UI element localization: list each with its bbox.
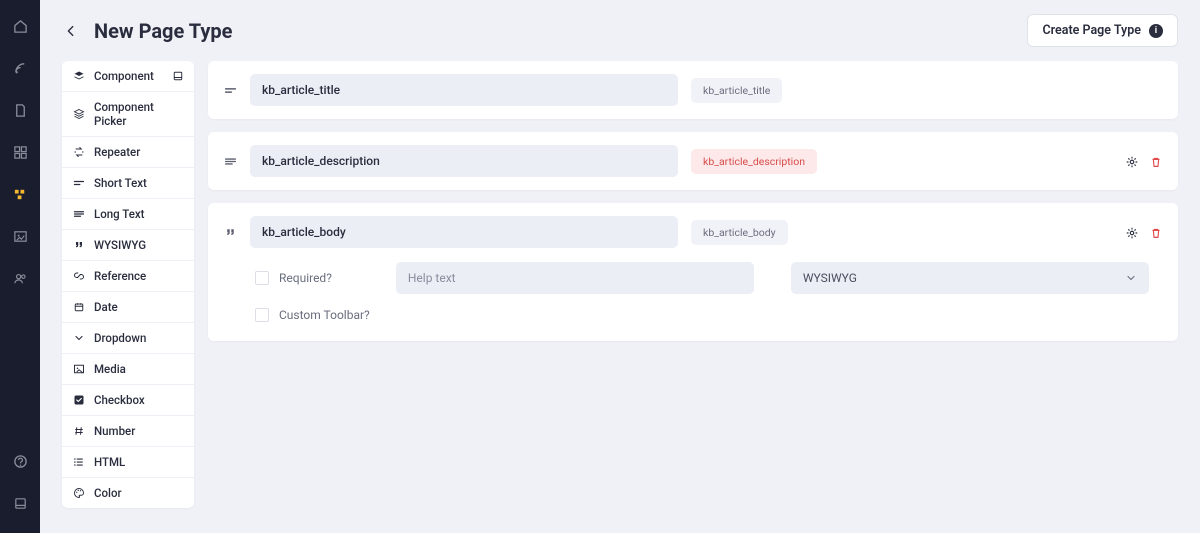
field-slug-tag: kb_article_body: [691, 220, 788, 245]
image-icon: [72, 362, 86, 376]
custom-toolbar-label: Custom Toolbar?: [279, 308, 370, 322]
quote-icon: [72, 238, 86, 252]
create-page-type-button[interactable]: Create Page Type i: [1027, 14, 1178, 47]
stack-icon: [72, 107, 86, 121]
fields-list: kb_article_title kb_article_descriptionkb…: [208, 61, 1178, 508]
list-icon: [72, 455, 86, 469]
palette-item-color[interactable]: Color: [62, 478, 194, 508]
palette-icon: [72, 486, 86, 500]
nav-help-icon[interactable]: [8, 449, 32, 473]
palette-item-dropdown[interactable]: Dropdown: [62, 323, 194, 354]
short-icon: [72, 176, 86, 190]
field-name-input[interactable]: [250, 74, 678, 106]
nav-rss-icon[interactable]: [8, 56, 32, 80]
palette-item-component-picker[interactable]: Component Picker: [62, 92, 194, 137]
palette-item-short-text[interactable]: Short Text: [62, 168, 194, 199]
palette-item-label: Reference: [94, 269, 146, 283]
field-card: kb_article_description: [208, 132, 1178, 190]
chevdown-icon: [72, 331, 86, 345]
field-config: Required? WYSIWYG Custom Toolbar?: [223, 248, 1163, 328]
palette-item-label: Number: [94, 424, 135, 438]
field-name-input[interactable]: [250, 145, 678, 177]
palette-item-date[interactable]: Date: [62, 292, 194, 323]
help-text-input[interactable]: [396, 262, 754, 294]
repeat-icon: [72, 145, 86, 159]
field-palette: Component Component Picker Repeater Short T…: [62, 61, 194, 508]
page-title: New Page Type: [94, 19, 232, 43]
palette-item-component[interactable]: Component: [62, 61, 194, 92]
palette-item-label: Dropdown: [94, 331, 146, 345]
palette-item-repeater[interactable]: Repeater: [62, 137, 194, 168]
palette-item-label: Repeater: [94, 145, 140, 159]
settings-button[interactable]: [1125, 225, 1139, 239]
palette-item-label: HTML: [94, 455, 125, 469]
back-button[interactable]: [62, 22, 80, 40]
palette-item-label: Color: [94, 486, 122, 500]
required-checkbox[interactable]: Required?: [255, 271, 332, 285]
palette-item-checkbox[interactable]: Checkbox: [62, 385, 194, 416]
palette-item-label: Checkbox: [94, 393, 145, 407]
field-card: kb_article_title: [208, 61, 1178, 119]
nav-grid-icon[interactable]: [8, 140, 32, 164]
field-name-input[interactable]: [250, 216, 678, 248]
required-label: Required?: [279, 271, 332, 285]
field-type-select[interactable]: WYSIWYG: [791, 262, 1149, 294]
nav-file-icon[interactable]: [8, 98, 32, 122]
layers-icon: [72, 69, 86, 83]
info-icon: i: [1149, 24, 1163, 38]
short-icon: [223, 83, 237, 97]
nav-book-icon[interactable]: [8, 491, 32, 515]
palette-item-label: Long Text: [94, 207, 145, 221]
palette-item-label: Date: [94, 300, 118, 314]
custom-toolbar-checkbox[interactable]: Custom Toolbar?: [255, 308, 370, 322]
check-icon: [72, 393, 86, 407]
palette-item-label: Media: [94, 362, 126, 376]
field-slug-tag: kb_article_description: [691, 149, 817, 174]
palette-item-long-text[interactable]: Long Text: [62, 199, 194, 230]
delete-button[interactable]: [1149, 225, 1163, 239]
palette-item-label: WYSIWYG: [94, 238, 146, 252]
delete-button[interactable]: [1149, 154, 1163, 168]
palette-item-label: Short Text: [94, 176, 147, 190]
topbar: New Page Type Create Page Type i: [40, 0, 1200, 61]
palette-item-media[interactable]: Media: [62, 354, 194, 385]
create-page-type-label: Create Page Type: [1042, 23, 1141, 38]
field-type-value: WYSIWYG: [803, 271, 857, 285]
field-card: kb_article_body Required? WYSIWYG Custom To…: [208, 203, 1178, 341]
calendar-icon: [72, 300, 86, 314]
palette-item-wysiwyg[interactable]: WYSIWYG: [62, 230, 194, 261]
nav-users-icon[interactable]: [8, 266, 32, 290]
hash-icon: [72, 424, 86, 438]
link-icon: [72, 269, 86, 283]
palette-item-number[interactable]: Number: [62, 416, 194, 447]
palette-item-label: Component: [94, 69, 154, 83]
palette-item-reference[interactable]: Reference: [62, 261, 194, 292]
long-icon: [72, 207, 86, 221]
palette-item-label: Component Picker: [94, 100, 184, 128]
nav-rail: [0, 0, 40, 533]
nav-blocks-icon[interactable]: [8, 182, 32, 206]
settings-button[interactable]: [1125, 154, 1139, 168]
nav-home-icon[interactable]: [8, 14, 32, 38]
long-icon: [223, 154, 237, 168]
book-icon: [172, 70, 184, 82]
palette-item-html[interactable]: HTML: [62, 447, 194, 478]
field-slug-tag: kb_article_title: [691, 78, 782, 103]
quote-icon: [223, 225, 237, 239]
nav-picture-icon[interactable]: [8, 224, 32, 248]
